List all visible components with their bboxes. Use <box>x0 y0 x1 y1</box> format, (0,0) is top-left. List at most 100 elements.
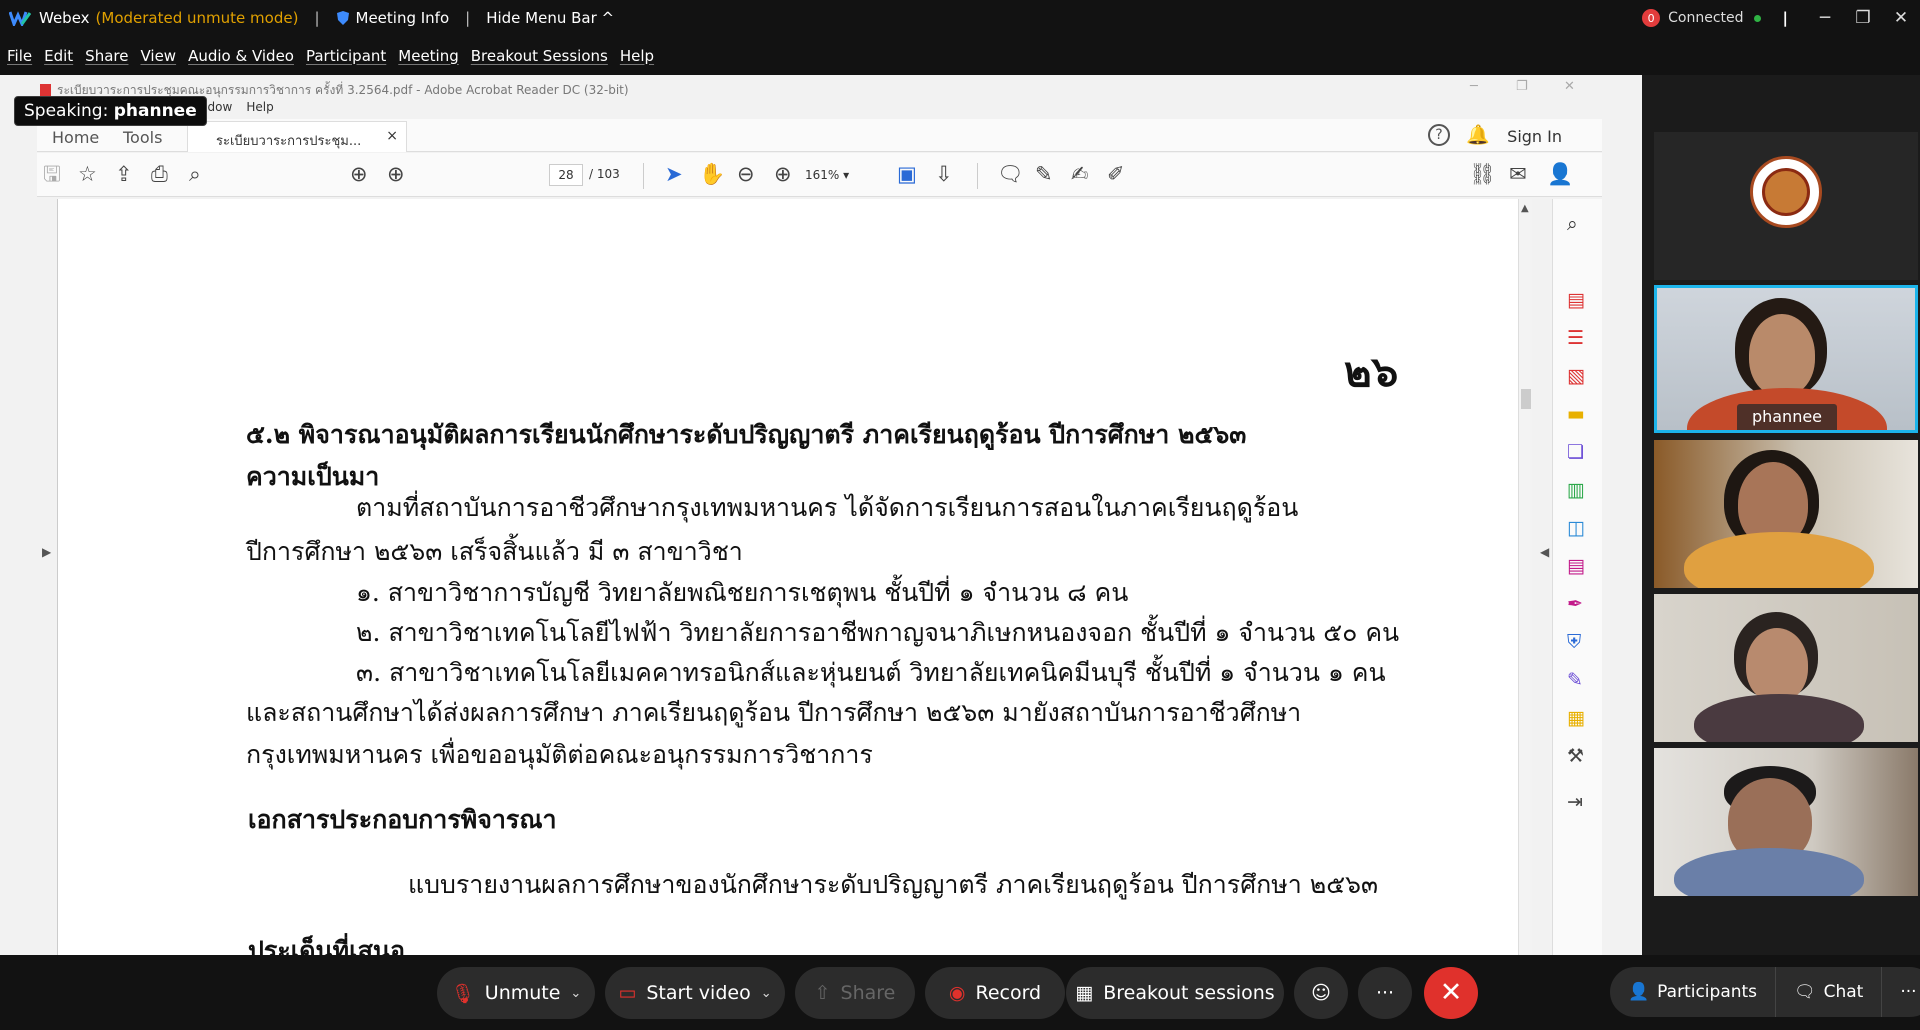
chevron-down-icon[interactable]: ⌄ <box>761 986 772 1001</box>
participant-video-panel: phannee <box>1650 130 1920 955</box>
menu-help[interactable]: Help <box>620 47 654 65</box>
tab-tools[interactable]: Tools <box>123 128 162 147</box>
chat-label: Chat <box>1823 982 1864 1002</box>
menu-meeting[interactable]: Meeting <box>398 47 458 65</box>
scroll-mode-icon[interactable]: ⇩ <box>935 161 953 187</box>
reactions-button[interactable]: ☺ <box>1294 967 1348 1019</box>
zoom-select[interactable]: 161% ▾ <box>799 164 869 186</box>
chat-bubble-icon: 🗨 <box>1794 982 1816 1002</box>
create-pdf-icon[interactable]: ▤ <box>1567 289 1585 311</box>
scan-icon[interactable]: ◫ <box>1567 517 1585 539</box>
connection-badge[interactable]: 0 <box>1642 9 1661 27</box>
page-scrollbar[interactable]: ▲ ▼ <box>1518 199 1532 955</box>
notification-bell-icon[interactable]: 🔔 <box>1466 123 1490 146</box>
tab-document[interactable]: ระเบียบวาระการประชุม... × <box>187 121 407 152</box>
unmute-button[interactable]: 🎙 Unmute ⌄ <box>437 967 595 1019</box>
save-icon[interactable]: 🖫 <box>43 161 61 187</box>
share-button[interactable]: ⇧ Share <box>795 967 915 1019</box>
menu-breakout-sessions[interactable]: Breakout Sessions <box>471 47 608 65</box>
acrobat-restore-icon[interactable]: ❐ <box>1516 79 1528 94</box>
sign-in-button[interactable]: Sign In <box>1507 127 1562 146</box>
select-cursor-icon[interactable]: ➤ <box>665 161 683 187</box>
stamp-icon[interactable]: ✐ <box>1107 161 1125 187</box>
menu-view[interactable]: View <box>140 47 176 65</box>
help-icon[interactable]: ? <box>1428 124 1450 146</box>
menu-audio-video[interactable]: Audio & Video <box>188 47 294 65</box>
meeting-info-button[interactable]: Meeting Info <box>336 9 449 27</box>
highlight-pen-icon[interactable]: ✎ <box>1035 161 1053 187</box>
panel-buttons: 👤 Participants 🗨 Chat ··· <box>1610 967 1920 1017</box>
combine-files-icon[interactable]: ❏ <box>1567 441 1584 463</box>
close-button[interactable]: ✕ <box>1882 8 1920 28</box>
chevron-down-icon[interactable]: ⌄ <box>570 986 581 1001</box>
search-icon[interactable]: ⌕ <box>189 161 201 187</box>
participant-tile-phannee[interactable]: phannee <box>1654 285 1918 433</box>
participant-tile[interactable] <box>1654 440 1918 588</box>
left-panel-toggle-icon[interactable]: ▶ <box>42 545 51 559</box>
section-heading: ๕.๒ พิจารณาอนุมัติผลการเรียนนักศึกษาระดั… <box>246 420 1247 449</box>
scroll-up-icon[interactable]: ▲ <box>1521 203 1529 214</box>
fill-sign-icon[interactable]: ✒ <box>1567 593 1583 615</box>
comment-icon[interactable]: 🗨 <box>997 161 1024 187</box>
share-link-icon[interactable]: ⛓ <box>1469 161 1496 187</box>
zoom-tool-icon[interactable]: ⌕ <box>1567 213 1578 235</box>
acrobat-menu-help[interactable]: Help <box>246 100 273 114</box>
menu-share[interactable]: Share <box>85 47 128 65</box>
organize-pages-icon[interactable]: ☰ <box>1567 327 1584 349</box>
acrobat-minimize-icon[interactable]: ─ <box>1470 79 1478 94</box>
more-panels-button[interactable]: ··· <box>1882 967 1920 1017</box>
shared-screen: ระเบียบวาระการประชุมคณะอนุกรรมการวิชาการ… <box>0 75 1642 955</box>
participants-button[interactable]: 👤 Participants <box>1610 967 1775 1017</box>
email-icon[interactable]: ✉ <box>1509 161 1527 187</box>
participant-tile[interactable] <box>1654 594 1918 742</box>
participant-tile-logo[interactable] <box>1654 132 1918 280</box>
hide-menu-bar-button[interactable]: Hide Menu Bar ^ <box>486 9 614 27</box>
expand-pane-icon[interactable]: ⇥ <box>1567 791 1583 813</box>
more-tools-icon[interactable]: ⚒ <box>1567 745 1584 767</box>
menu-participant[interactable]: Participant <box>306 47 386 65</box>
add-user-icon[interactable]: 👤 <box>1547 161 1573 187</box>
tab-home[interactable]: Home <box>52 128 99 147</box>
more-options-button[interactable]: ··· <box>1358 967 1412 1019</box>
participant-tile[interactable] <box>1654 748 1918 896</box>
send-file-icon[interactable]: ▦ <box>1567 707 1585 729</box>
doc-tab-close-icon[interactable]: × <box>386 128 398 144</box>
hand-tool-icon[interactable]: ✋ <box>699 161 725 187</box>
compress-icon[interactable]: ▥ <box>1567 479 1585 501</box>
attachment-item: แบบรายงานผลการศึกษาของนักศึกษาระดับปริญญ… <box>408 870 1379 899</box>
acrobat-close-icon[interactable]: ✕ <box>1564 79 1575 94</box>
menu-edit[interactable]: Edit <box>44 47 73 65</box>
page-number-input[interactable]: 28 <box>549 164 583 186</box>
record-icon: ◉ <box>948 982 966 1004</box>
request-signature-icon[interactable]: ✎ <box>1567 669 1583 691</box>
export-pdf-icon[interactable]: ▧ <box>1567 365 1585 387</box>
comment-tool-icon[interactable]: ▬ <box>1567 403 1585 425</box>
protect-shield-icon[interactable]: ⛨ <box>1567 631 1581 653</box>
connection-status: Connected <box>1668 10 1744 26</box>
draw-icon[interactable]: ✍ <box>1071 161 1089 187</box>
menu-file[interactable]: File <box>7 47 32 65</box>
bookmark-star-icon[interactable]: ☆ <box>78 161 97 187</box>
leave-meeting-button[interactable]: ✕ <box>1424 967 1478 1019</box>
scroll-thumb[interactable] <box>1521 389 1531 409</box>
paragraph-line: ปีการศึกษา ๒๕๖๓ เสร็จสิ้นแล้ว มี ๓ สาขาว… <box>246 537 743 566</box>
previous-page-icon[interactable]: ⊕ <box>350 161 368 187</box>
restore-button[interactable]: ❐ <box>1844 8 1882 28</box>
upload-cloud-icon[interactable]: ⇪ <box>115 161 133 187</box>
webex-menu-bar: File Edit Share View Audio & Video Parti… <box>0 36 1920 75</box>
zoom-in-icon[interactable]: ⊕ <box>774 161 792 187</box>
connected-dot-icon <box>1753 14 1761 22</box>
zoom-out-icon[interactable]: ⊖ <box>737 161 755 187</box>
participant-face <box>1749 314 1815 396</box>
camera-off-icon: ▭ <box>618 982 637 1004</box>
next-page-icon[interactable]: ⊕ <box>387 161 405 187</box>
breakout-sessions-button[interactable]: ▦ Breakout sessions <box>1066 967 1284 1019</box>
start-video-button[interactable]: ▭ Start video ⌄ <box>605 967 785 1019</box>
record-button[interactable]: ◉ Record <box>925 967 1065 1019</box>
edit-pdf-icon[interactable]: ▤ <box>1567 555 1585 577</box>
chat-button[interactable]: 🗨 Chat <box>1776 967 1881 1017</box>
fit-page-icon[interactable]: ▣ <box>897 161 917 187</box>
minimize-button[interactable]: ─ <box>1806 8 1844 28</box>
right-panel-collapse-icon[interactable]: ◀ <box>1540 545 1549 559</box>
print-icon[interactable]: ⎙ <box>151 161 168 187</box>
